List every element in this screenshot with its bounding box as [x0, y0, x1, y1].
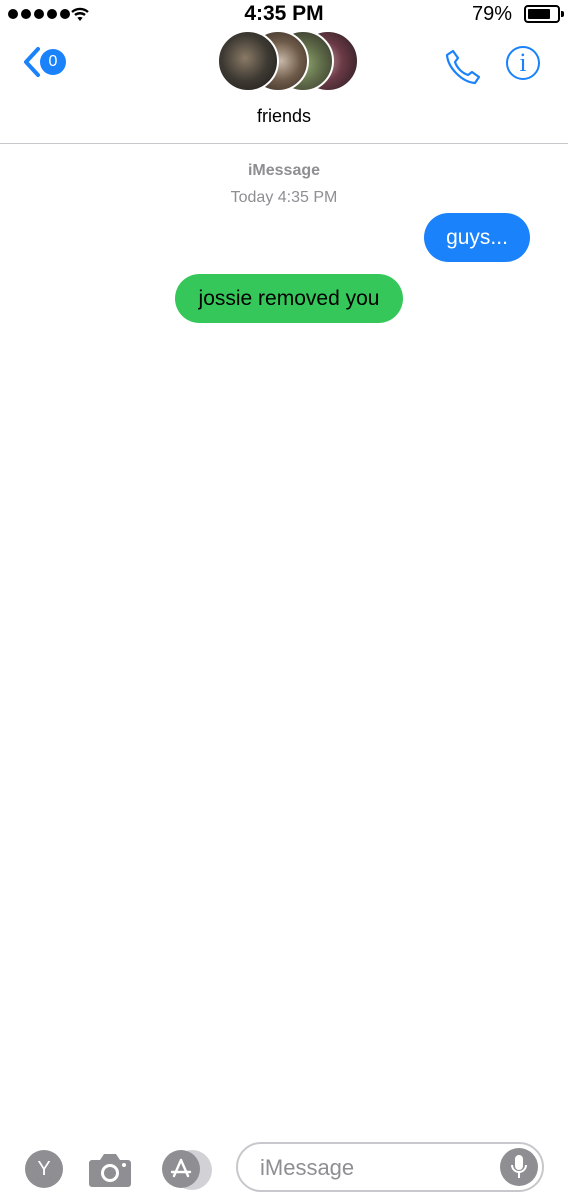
unread-badge: 0 — [40, 49, 66, 75]
chevron-left-icon — [24, 47, 40, 77]
info-icon[interactable]: i — [506, 46, 540, 80]
message-input-field[interactable] — [236, 1142, 544, 1192]
group-name[interactable]: friends — [0, 106, 568, 127]
compose-toolbar: Y — [0, 1140, 568, 1200]
message-timestamp: Today 4:35 PM — [230, 189, 338, 206]
avatar — [217, 30, 279, 92]
y-app-button[interactable]: Y — [25, 1150, 63, 1188]
message-input[interactable] — [258, 1152, 482, 1184]
battery-icon — [524, 5, 564, 23]
conversation-header: 0 friends i — [0, 30, 568, 144]
microphone-icon[interactable] — [500, 1148, 538, 1186]
phone-icon[interactable] — [444, 48, 482, 86]
received-message-bubble[interactable]: jossie removed you — [175, 274, 403, 323]
group-avatars[interactable] — [217, 30, 359, 94]
battery-fill — [528, 9, 551, 19]
microphone-glyph — [511, 1155, 527, 1178]
app-store-glyph — [170, 1158, 192, 1178]
app-store-icon[interactable] — [162, 1150, 200, 1188]
battery-percent: 79% — [471, 3, 512, 25]
camera-icon[interactable] — [88, 1152, 132, 1188]
sent-message-bubble[interactable]: guys... — [424, 213, 530, 262]
status-bar: 4:35 PM 79% — [0, 0, 568, 30]
back-button[interactable]: 0 — [22, 46, 66, 78]
service-label: iMessage — [247, 162, 321, 179]
